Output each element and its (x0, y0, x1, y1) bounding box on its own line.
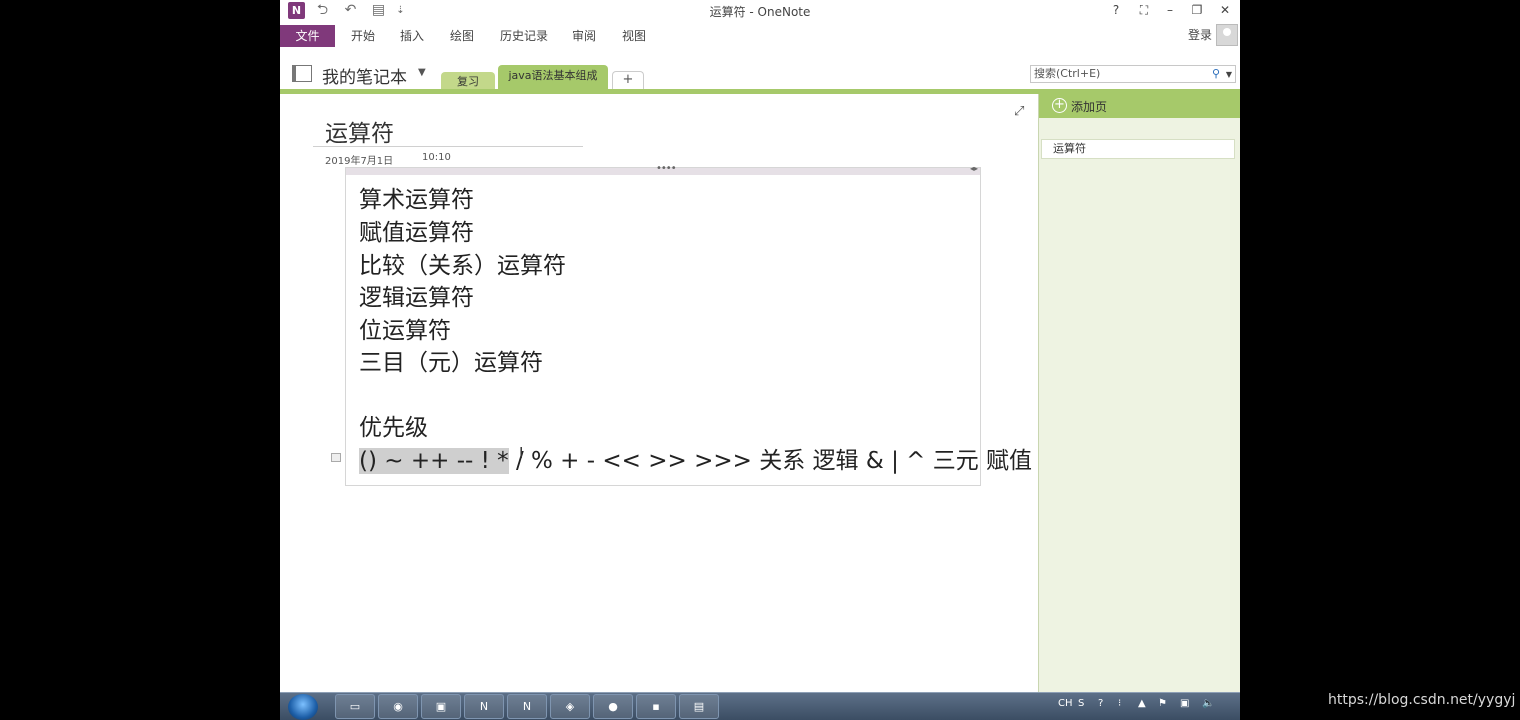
volume-icon[interactable]: 🔈 (1202, 698, 1214, 709)
help-tray-icon[interactable]: ? (1098, 698, 1103, 709)
tab-history[interactable]: 历史记录 (492, 25, 556, 47)
search-input[interactable]: 搜索(Ctrl+E) ⚲ ▼ (1030, 65, 1236, 83)
tray-settings-icon[interactable]: ⁝ (1118, 698, 1121, 709)
title-divider (313, 146, 583, 147)
input-language-indicator[interactable]: CH (1058, 698, 1073, 709)
search-placeholder: 搜索(Ctrl+E) (1034, 67, 1101, 80)
onenote-taskbar-icon[interactable]: N (464, 694, 504, 719)
add-circle-icon: + (1052, 98, 1067, 113)
search-scope-chevron-icon[interactable]: ▼ (1226, 67, 1232, 83)
selected-text[interactable]: () ~ ++ -- ! * (359, 448, 509, 474)
close-button[interactable]: ✕ (1213, 2, 1237, 19)
watermark-text: https://blog.csdn.net/yygyj (1328, 692, 1516, 708)
tab-view[interactable]: 视图 (614, 25, 654, 47)
tab-review[interactable]: 审阅 (564, 25, 604, 47)
app-taskbar-icon[interactable]: ▣ (421, 694, 461, 719)
chrome-taskbar-icon[interactable]: ◉ (378, 694, 418, 719)
windows-taskbar: ▭ ◉ ▣ N N ◈ ● ▪ ▤ CH S ? ⁝ ▲ ⚑ ▣ 🔈 (280, 692, 1240, 720)
restore-button[interactable]: ❐ (1185, 2, 1209, 19)
section-tab-java-basics[interactable]: java语法基本组成 (498, 65, 608, 90)
page-time: 10:10 (422, 152, 451, 163)
priority-line[interactable]: () ~ ++ -- ! * / % + - << >> >>> 关系 逻辑 &… (359, 441, 1032, 475)
search-icon[interactable]: ⚲ (1212, 66, 1220, 82)
notepad-taskbar-icon[interactable]: ▤ (679, 694, 719, 719)
signin-link[interactable]: 登录 (1188, 26, 1212, 43)
start-button-icon[interactable] (288, 694, 318, 720)
tab-home[interactable]: 开始 (343, 25, 383, 47)
add-section-button[interactable]: + (612, 71, 644, 90)
terminal-taskbar-icon[interactable]: ▪ (636, 694, 676, 719)
resize-handle-icon[interactable]: ◂▸ (970, 164, 978, 173)
sogou-ime-icon[interactable]: S (1078, 698, 1084, 709)
show-hidden-icons-icon[interactable]: ▲ (1138, 698, 1146, 709)
text-cursor-icon: I (519, 444, 524, 462)
explorer-taskbar-icon[interactable]: ▭ (335, 694, 375, 719)
help-button[interactable]: ? (1104, 2, 1128, 19)
priority-text[interactable]: / % + - << >> >>> 关系 逻辑 & | ^ 三元 赋值 (509, 448, 1032, 474)
fullscreen-button[interactable]: ⛶ (1132, 2, 1156, 19)
page-canvas[interactable]: ⤢ 运算符 2019年7月1日 10:10 •••• ◂▸ 算术运算符 赋值运算… (280, 94, 1038, 692)
action-center-icon[interactable]: ⚑ (1158, 698, 1167, 709)
notebook-bar: 我的笔记本 ▼ 复习 java语法基本组成 + 搜索(Ctrl+E) ⚲ ▼ (280, 48, 1240, 94)
chevron-down-icon[interactable]: ▼ (418, 67, 426, 78)
pages-pane: + 添加页 运算符 (1038, 94, 1240, 692)
drag-handle-icon[interactable]: •••• (656, 163, 677, 174)
note-line[interactable]: 比较（关系）运算符 (359, 246, 566, 280)
paragraph-handle-icon[interactable] (331, 453, 341, 462)
note-container[interactable]: •••• ◂▸ 算术运算符 赋值运算符 比较（关系）运算符 逻辑运算符 位运算符… (331, 163, 1032, 486)
title-bar: N ⮌ ↶ ▤ ⇣ 运算符 - OneNote ? ⛶ – ❐ ✕ (280, 0, 1240, 22)
note-container-handle[interactable]: •••• ◂▸ (346, 163, 980, 175)
expand-icon[interactable]: ⤢ (1014, 104, 1024, 119)
page-date: 2019年7月1日 (325, 156, 394, 167)
note-line[interactable]: 位运算符 (359, 311, 451, 345)
minimize-button[interactable]: – (1158, 2, 1182, 19)
page-list-item[interactable]: 运算符 (1041, 139, 1235, 159)
onenote-window: N ⮌ ↶ ▤ ⇣ 运算符 - OneNote ? ⛶ – ❐ ✕ 文件 开始 … (280, 0, 1240, 692)
avatar[interactable] (1216, 24, 1238, 46)
notebook-icon[interactable] (292, 65, 312, 82)
note-line[interactable]: 三目（元）运算符 (359, 343, 543, 377)
add-page-button[interactable]: + 添加页 (1039, 94, 1240, 118)
add-page-label: 添加页 (1071, 100, 1108, 114)
notebook-name[interactable]: 我的笔记本 (322, 63, 407, 88)
onenote-alt-taskbar-icon[interactable]: N (507, 694, 547, 719)
note-line[interactable]: 逻辑运算符 (359, 278, 474, 312)
tab-insert[interactable]: 插入 (392, 25, 432, 47)
note-line[interactable]: 优先级 (359, 408, 428, 442)
ribbon-tabs: 文件 开始 插入 绘图 历史记录 审阅 视图 登录 (280, 22, 1240, 48)
green-app-taskbar-icon[interactable]: ● (593, 694, 633, 719)
note-line[interactable]: 算术运算符 (359, 180, 474, 214)
note-line[interactable]: 赋值运算符 (359, 213, 474, 247)
page-title[interactable]: 运算符 (325, 114, 394, 148)
network-icon[interactable]: ▣ (1180, 698, 1189, 709)
section-tab-review[interactable]: 复习 (441, 72, 495, 90)
tab-draw[interactable]: 绘图 (442, 25, 482, 47)
tab-file[interactable]: 文件 (280, 25, 335, 47)
window-title: 运算符 - OneNote (709, 5, 811, 19)
tool-taskbar-icon[interactable]: ◈ (550, 694, 590, 719)
